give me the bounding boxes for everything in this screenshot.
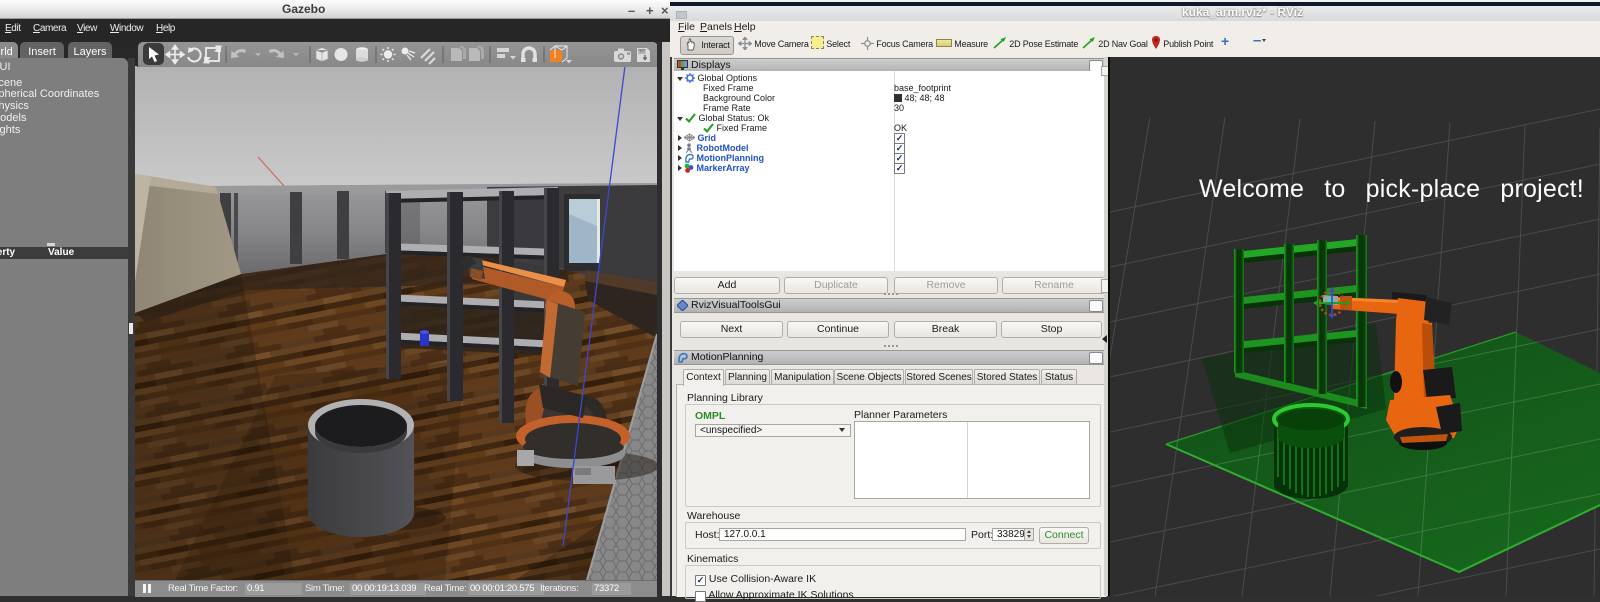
- svg-text:Welcome to pick-place project!: Welcome to pick-place project!: [1199, 175, 1584, 203]
- svg-text:LOG: LOG: [639, 49, 647, 54]
